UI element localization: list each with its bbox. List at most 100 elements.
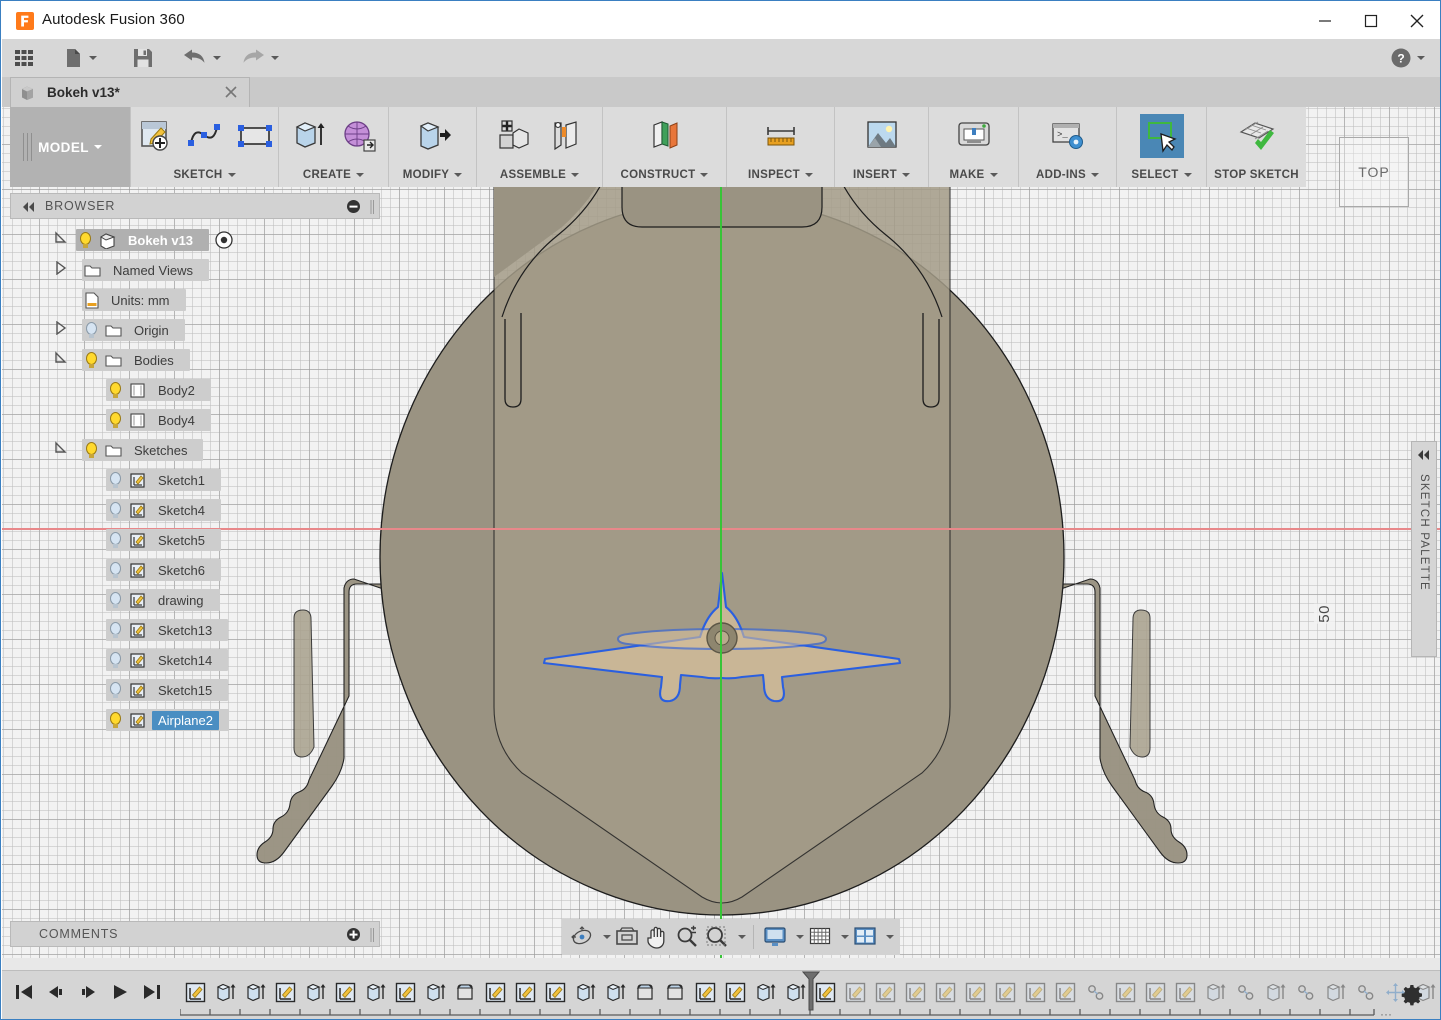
new-component-icon[interactable]	[493, 114, 537, 158]
target-dot-icon[interactable]	[215, 231, 233, 249]
timeline-item-sketch[interactable]	[1110, 975, 1140, 1009]
play-icon[interactable]	[106, 977, 134, 1007]
timeline-item-extrude[interactable]	[210, 975, 240, 1009]
expand-arrow-icon[interactable]	[54, 441, 72, 459]
create-form-icon[interactable]	[337, 114, 381, 158]
monitor-icon[interactable]	[761, 922, 789, 952]
offset-plane-icon[interactable]	[643, 114, 687, 158]
collapse-arrow-icon[interactable]	[54, 320, 72, 339]
tree-row-drawing[interactable]: drawing	[10, 585, 380, 615]
joint-icon[interactable]	[543, 114, 587, 158]
timeline-item-extrude[interactable]	[1200, 975, 1230, 1009]
spline-icon[interactable]	[183, 114, 227, 158]
view-cube[interactable]: TOP	[1339, 137, 1409, 207]
maximize-button[interactable]	[1348, 3, 1394, 39]
timeline-item-extrude[interactable]	[420, 975, 450, 1009]
viewports-icon[interactable]	[851, 922, 879, 952]
visibility-bulb-icon[interactable]	[108, 411, 123, 429]
timeline-item-sketch[interactable]	[690, 975, 720, 1009]
timeline-item-sketch[interactable]	[990, 975, 1020, 1009]
tree-row-sketches[interactable]: Sketches	[10, 435, 380, 465]
create-sketch-icon[interactable]	[133, 114, 177, 158]
timeline-item-fillet[interactable]	[660, 975, 690, 1009]
skip-start-icon[interactable]	[10, 977, 38, 1007]
visibility-bulb-icon[interactable]	[84, 351, 99, 369]
timeline-item-extrude[interactable]	[750, 975, 780, 1009]
help-button[interactable]: ?	[1390, 39, 1425, 77]
zoom-window-icon[interactable]	[703, 922, 731, 952]
tree-row-bodies[interactable]: Bodies	[10, 345, 380, 375]
document-tab[interactable]: Bokeh v13*	[10, 77, 250, 107]
timeline-item-sketch[interactable]	[480, 975, 510, 1009]
tree-row-sketch14[interactable]: Sketch14	[10, 645, 380, 675]
timeline-item-sketch[interactable]	[180, 975, 210, 1009]
step-forward-icon[interactable]	[74, 977, 102, 1007]
rectangle-icon[interactable]	[233, 114, 277, 158]
select-cursor-icon[interactable]	[1139, 114, 1184, 158]
chevron-down-icon[interactable]	[796, 935, 804, 939]
tree-row-units[interactable]: Units: mm	[10, 285, 380, 315]
panel-resize-grip-icon[interactable]	[369, 199, 375, 220]
tree-row-body4[interactable]: Body4	[10, 405, 380, 435]
timeline-item-sketch[interactable]	[270, 975, 300, 1009]
timeline-item-extrude[interactable]	[1260, 975, 1290, 1009]
chevron-down-icon[interactable]	[841, 935, 849, 939]
chevron-down-icon[interactable]	[603, 935, 611, 939]
panel-resize-grip-icon[interactable]	[369, 927, 375, 948]
tree-row-sketch4[interactable]: Sketch4	[10, 495, 380, 525]
orbit-icon[interactable]	[568, 922, 596, 952]
timeline-item-sketch[interactable]	[840, 975, 870, 1009]
timeline-item-mirror[interactable]	[1230, 975, 1260, 1009]
expand-arrow-icon[interactable]	[54, 231, 72, 249]
timeline-item-sketch[interactable]	[540, 975, 570, 1009]
timeline-item-extrude[interactable]	[600, 975, 630, 1009]
zoom-plusminus-icon[interactable]	[673, 922, 701, 952]
visibility-bulb-icon[interactable]	[108, 531, 123, 549]
timeline-item-extrude[interactable]	[570, 975, 600, 1009]
timeline-item-extrude[interactable]	[1320, 975, 1350, 1009]
sketch-palette-handle[interactable]: SKETCH PALETTE	[1411, 441, 1437, 657]
tree-row-body2[interactable]: Body2	[10, 375, 380, 405]
visibility-bulb-icon[interactable]	[108, 651, 123, 669]
visibility-bulb-icon[interactable]	[84, 321, 99, 339]
timeline-item-sketch[interactable]	[900, 975, 930, 1009]
minimize-button[interactable]	[1302, 3, 1348, 39]
close-button[interactable]	[1394, 3, 1440, 39]
timeline-item-sketch[interactable]	[1140, 975, 1170, 1009]
redo-button[interactable]	[240, 39, 279, 77]
save-button[interactable]	[132, 39, 154, 77]
chevron-down-icon[interactable]	[886, 935, 894, 939]
minus-circle-icon[interactable]	[346, 199, 361, 219]
scripts-addins-icon[interactable]: >_	[1046, 114, 1090, 158]
timeline-item-sketch[interactable]	[960, 975, 990, 1009]
timeline-item-extrude[interactable]	[300, 975, 330, 1009]
tree-row-sketch5[interactable]: Sketch5	[10, 525, 380, 555]
tree-row-origin[interactable]: Origin	[10, 315, 380, 345]
visibility-bulb-icon[interactable]	[84, 441, 99, 459]
plus-circle-icon[interactable]	[346, 927, 361, 947]
timeline-item-mirror[interactable]	[1080, 975, 1110, 1009]
collapse-left-icon[interactable]	[1416, 448, 1432, 466]
visibility-bulb-icon[interactable]	[108, 561, 123, 579]
visibility-bulb-icon[interactable]	[108, 591, 123, 609]
stop-sketch-icon[interactable]	[1235, 114, 1279, 158]
timeline-item-sketch[interactable]	[330, 975, 360, 1009]
visibility-bulb-icon[interactable]	[108, 381, 123, 399]
timeline-item-sketch[interactable]	[930, 975, 960, 1009]
tree-row-bokeh[interactable]: Bokeh v13	[10, 225, 380, 255]
expand-arrow-icon[interactable]	[54, 351, 72, 369]
visibility-bulb-icon[interactable]	[78, 231, 93, 249]
timeline-item-sketch[interactable]	[510, 975, 540, 1009]
timeline-settings-button[interactable]	[1401, 983, 1425, 1007]
timeline-item-sketch[interactable]	[390, 975, 420, 1009]
canvas-viewport[interactable]: 50 TOP MODEL SKETCH CREATE MODIFY ASSEMB…	[2, 107, 1440, 965]
comments-panel[interactable]: COMMENTS	[10, 921, 380, 947]
timeline-item-sketch[interactable]	[870, 975, 900, 1009]
tree-row-sketch1[interactable]: Sketch1	[10, 465, 380, 495]
step-back-icon[interactable]	[42, 977, 70, 1007]
timeline-item-sketch[interactable]	[1050, 975, 1080, 1009]
tree-row-airplane2[interactable]: Airplane2	[10, 705, 380, 735]
measure-ruler-icon[interactable]	[759, 114, 803, 158]
extrude-icon[interactable]	[287, 114, 331, 158]
chevron-down-icon[interactable]	[738, 935, 746, 939]
